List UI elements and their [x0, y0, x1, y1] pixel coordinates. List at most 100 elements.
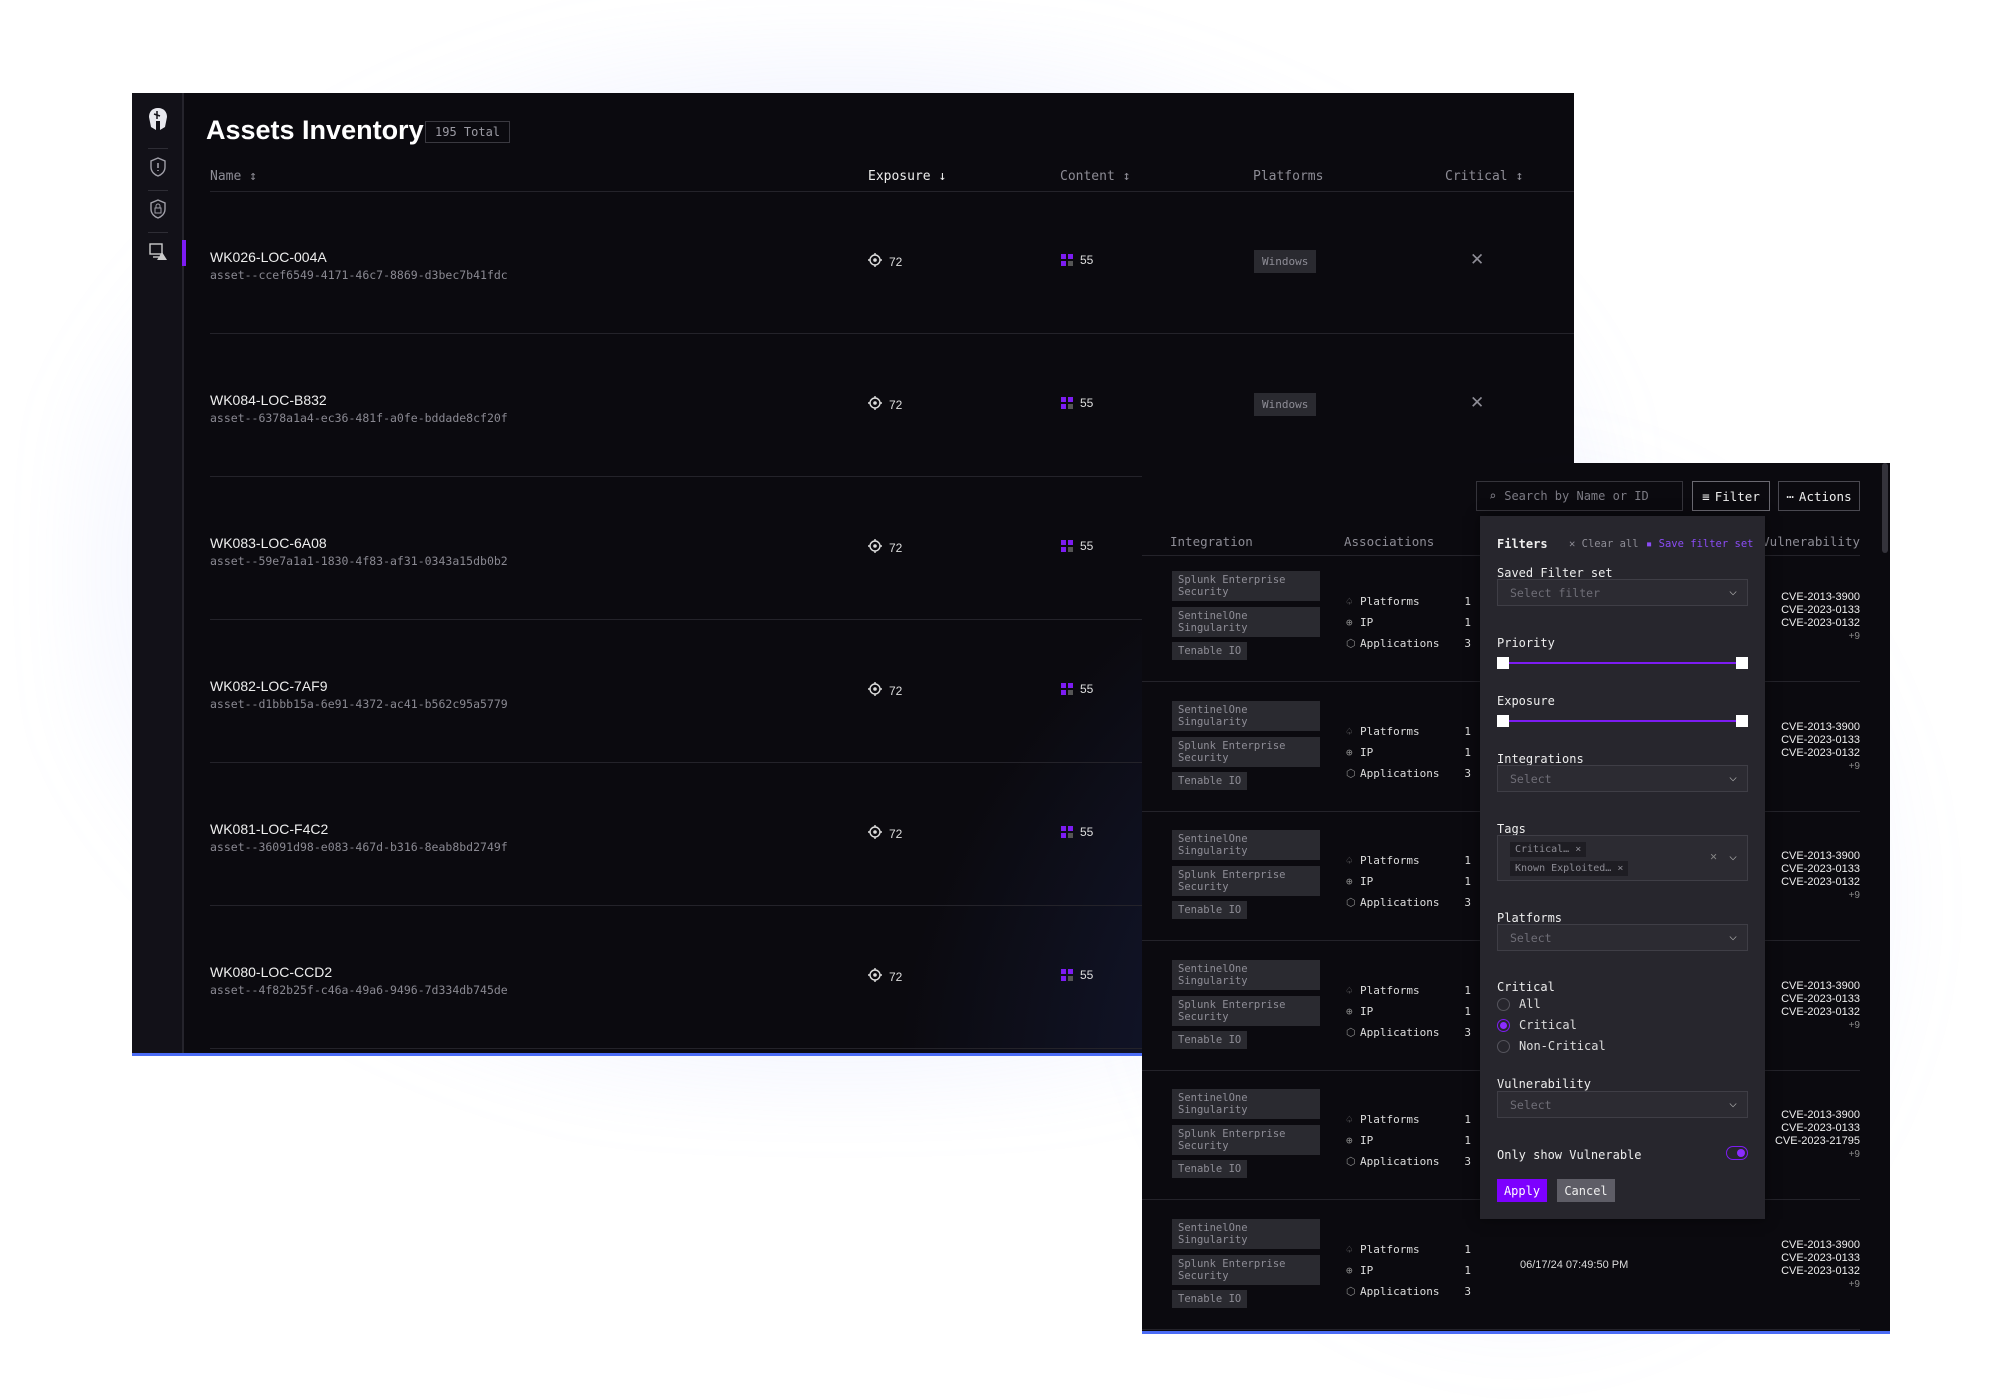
shield-alert-icon[interactable]: [146, 155, 170, 179]
save-filter-set-label: Save filter set: [1658, 538, 1754, 550]
cve-id[interactable]: CVE-2023-0133: [1781, 734, 1860, 747]
more-count[interactable]: +9: [1781, 1019, 1860, 1032]
slider-handle-min[interactable]: [1497, 657, 1509, 669]
radio-critical[interactable]: Critical: [1497, 1018, 1577, 1032]
cve-id[interactable]: CVE-2023-0133: [1781, 863, 1860, 876]
vulnerability-list[interactable]: CVE-2013-3900 CVE-2023-0133 CVE-2023-21795…: [1775, 1109, 1860, 1161]
cve-id[interactable]: CVE-2013-3900: [1781, 850, 1860, 863]
apply-button[interactable]: Apply: [1497, 1179, 1547, 1202]
vulnerability-list[interactable]: CVE-2013-3900 CVE-2023-0133 CVE-2023-0132 +…: [1781, 980, 1860, 1032]
tag-chip[interactable]: Critical… ×: [1510, 842, 1587, 857]
association-item[interactable]: ♤ Platforms 1: [1346, 595, 1471, 608]
header-divider: [210, 191, 1574, 192]
association-item[interactable]: ⬡ Applications 3: [1346, 637, 1471, 650]
radio-circle-selected[interactable]: [1497, 1018, 1510, 1032]
vulnerability-list[interactable]: CVE-2013-3900 CVE-2023-0133 CVE-2023-0132 +…: [1781, 721, 1860, 773]
more-count[interactable]: +9: [1781, 889, 1860, 902]
clear-all-button[interactable]: ✕ Clear all: [1569, 538, 1639, 550]
tag-chip[interactable]: Known Exploited… ×: [1510, 861, 1629, 876]
asset-name[interactable]: WK082-LOC-7AF9: [210, 678, 327, 694]
association-item[interactable]: ⊕ IP 1: [1346, 1264, 1471, 1277]
cve-id[interactable]: CVE-2013-3900: [1775, 1109, 1860, 1122]
vulnerability-select[interactable]: Select ⌵: [1497, 1091, 1748, 1118]
radio-circle[interactable]: [1497, 1039, 1510, 1053]
cve-id[interactable]: CVE-2023-0132: [1781, 747, 1860, 760]
only-vulnerable-toggle[interactable]: [1726, 1146, 1748, 1160]
asset-name[interactable]: WK084-LOC-B832: [210, 392, 327, 408]
cancel-button[interactable]: Cancel: [1557, 1179, 1615, 1202]
cve-id[interactable]: CVE-2023-0133: [1781, 993, 1860, 1006]
cve-id[interactable]: CVE-2023-0133: [1775, 1122, 1860, 1135]
monitor-warning-icon[interactable]: [146, 240, 170, 264]
cve-id[interactable]: CVE-2023-0132: [1781, 876, 1860, 889]
cve-id[interactable]: CVE-2023-21795: [1775, 1135, 1860, 1148]
remove-tag-icon[interactable]: ×: [1617, 863, 1623, 874]
column-header-critical[interactable]: Critical ↕: [1445, 169, 1523, 184]
association-item[interactable]: ⬡ Applications 3: [1346, 1026, 1471, 1039]
exposure-slider[interactable]: [1497, 715, 1748, 727]
association-item[interactable]: ⊕ IP 1: [1346, 1134, 1471, 1147]
column-header-content[interactable]: Content ↕: [1060, 169, 1130, 184]
radio-circle[interactable]: [1497, 997, 1510, 1011]
slider-handle-max[interactable]: [1736, 715, 1748, 727]
cve-id[interactable]: CVE-2013-3900: [1781, 591, 1860, 604]
scrollbar[interactable]: [1882, 463, 1888, 553]
more-count[interactable]: +9: [1781, 760, 1860, 773]
cve-id[interactable]: CVE-2023-0133: [1781, 1252, 1860, 1265]
globe-icon: ⊕: [1346, 616, 1353, 629]
association-item[interactable]: ♤ Platforms 1: [1346, 854, 1471, 867]
remove-tag-icon[interactable]: ×: [1575, 844, 1581, 855]
clear-tags-icon[interactable]: ✕: [1710, 849, 1717, 863]
search-input[interactable]: ⌕ Search by Name or ID: [1476, 481, 1683, 511]
vulnerability-list[interactable]: CVE-2013-3900 CVE-2023-0133 CVE-2023-0132 +…: [1781, 850, 1860, 902]
cve-id[interactable]: CVE-2023-0133: [1781, 604, 1860, 617]
cve-id[interactable]: CVE-2023-0132: [1781, 617, 1860, 630]
filter-button[interactable]: ≡ Filter: [1692, 481, 1770, 511]
shield-lock-icon[interactable]: [146, 197, 170, 221]
association-item[interactable]: ♤ Platforms 1: [1346, 725, 1471, 738]
platforms-select[interactable]: Select ⌵: [1497, 924, 1748, 951]
actions-button[interactable]: ⋯ Actions: [1778, 481, 1860, 511]
save-filter-set-button[interactable]: ▪ Save filter set: [1646, 538, 1753, 550]
association-item[interactable]: ⊕ IP 1: [1346, 1005, 1471, 1018]
radio-all[interactable]: All: [1497, 997, 1541, 1011]
association-item[interactable]: ⬡ Applications 3: [1346, 1285, 1471, 1298]
integrations-select[interactable]: Select ⌵: [1497, 765, 1748, 792]
vulnerability-list[interactable]: CVE-2013-3900 CVE-2023-0133 CVE-2023-0132 +…: [1781, 1239, 1860, 1291]
target-icon: [868, 396, 882, 413]
cve-id[interactable]: CVE-2013-3900: [1781, 721, 1860, 734]
tag-chip-label: Known Exploited…: [1515, 863, 1612, 874]
saved-filter-select[interactable]: Select filter ⌵: [1497, 579, 1748, 606]
asset-name[interactable]: WK083-LOC-6A08: [210, 535, 327, 551]
more-count[interactable]: +9: [1781, 630, 1860, 643]
more-count[interactable]: +9: [1775, 1148, 1860, 1161]
association-item[interactable]: ♤ Platforms 1: [1346, 1113, 1471, 1126]
cve-id[interactable]: CVE-2013-3900: [1781, 1239, 1860, 1252]
radio-non-critical[interactable]: Non-Critical: [1497, 1039, 1606, 1053]
column-header-name[interactable]: Name ↕: [210, 169, 257, 184]
logo-helmet-icon[interactable]: [146, 107, 170, 131]
cve-id[interactable]: CVE-2023-0132: [1781, 1006, 1860, 1019]
asset-name[interactable]: WK026-LOC-004A: [210, 249, 327, 265]
column-header-exposure[interactable]: Exposure ↓: [868, 169, 946, 184]
slider-handle-min[interactable]: [1497, 715, 1509, 727]
more-count[interactable]: +9: [1781, 1278, 1860, 1291]
association-item[interactable]: ⬡ Applications 3: [1346, 767, 1471, 780]
cve-id[interactable]: CVE-2013-3900: [1781, 980, 1860, 993]
vulnerability-list[interactable]: CVE-2013-3900 CVE-2023-0133 CVE-2023-0132 +…: [1781, 591, 1860, 643]
association-item[interactable]: ♤ Platforms 1: [1346, 1243, 1471, 1256]
platform-icon: ♤: [1346, 595, 1353, 608]
association-item[interactable]: ⬡ Applications 3: [1346, 1155, 1471, 1168]
asset-name[interactable]: WK080-LOC-CCD2: [210, 964, 332, 980]
cve-id[interactable]: CVE-2023-0132: [1781, 1265, 1860, 1278]
slider-handle-max[interactable]: [1736, 657, 1748, 669]
asset-name[interactable]: WK081-LOC-F4C2: [210, 821, 328, 837]
row-divider: [210, 333, 1574, 334]
association-item[interactable]: ⊕ IP 1: [1346, 875, 1471, 888]
association-item[interactable]: ⊕ IP 1: [1346, 616, 1471, 629]
tags-select[interactable]: Critical… × Known Exploited… × ✕ ⌵: [1497, 835, 1748, 881]
association-item[interactable]: ♤ Platforms 1: [1346, 984, 1471, 997]
association-item[interactable]: ⬡ Applications 3: [1346, 896, 1471, 909]
priority-slider[interactable]: [1497, 657, 1748, 669]
association-item[interactable]: ⊕ IP 1: [1346, 746, 1471, 759]
